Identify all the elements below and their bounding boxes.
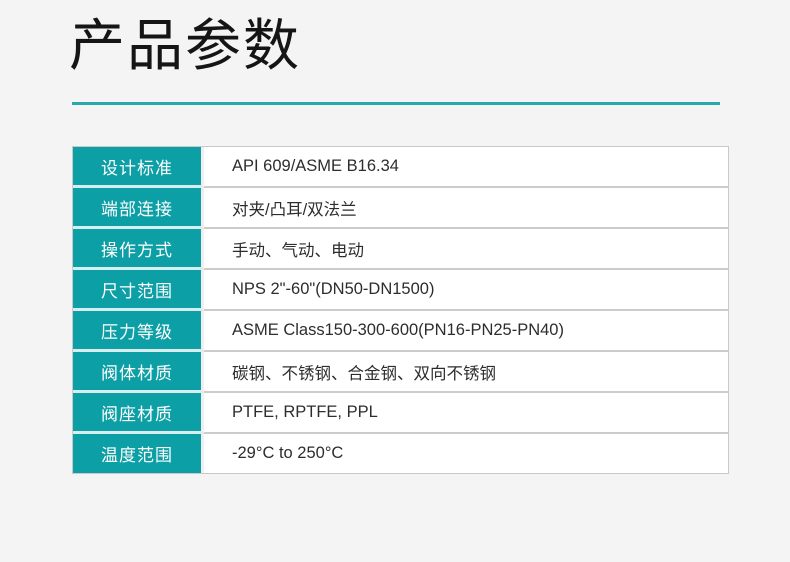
- spec-label: 端部连接: [73, 188, 204, 229]
- table-row: 阀座材质 PTFE, RPTFE, PPL: [73, 393, 728, 434]
- spec-table: 设计标准 API 609/ASME B16.34 端部连接 对夹/凸耳/双法兰 …: [72, 146, 729, 474]
- table-row: 阀体材质 碳钢、不锈钢、合金钢、双向不锈钢: [73, 352, 728, 393]
- spec-value: -29°C to 250°C: [204, 434, 728, 473]
- spec-value: 碳钢、不锈钢、合金钢、双向不锈钢: [204, 352, 728, 393]
- spec-label: 温度范围: [73, 434, 204, 473]
- spec-value: PTFE, RPTFE, PPL: [204, 393, 728, 434]
- table-row: 端部连接 对夹/凸耳/双法兰: [73, 188, 728, 229]
- spec-value: API 609/ASME B16.34: [204, 147, 728, 188]
- spec-label: 阀座材质: [73, 393, 204, 434]
- spec-label: 阀体材质: [73, 352, 204, 393]
- spec-value: 手动、气动、电动: [204, 229, 728, 270]
- spec-value: NPS 2"-60"(DN50-DN1500): [204, 270, 728, 311]
- spec-value: 对夹/凸耳/双法兰: [204, 188, 728, 229]
- spec-label: 设计标准: [73, 147, 204, 188]
- table-row: 操作方式 手动、气动、电动: [73, 229, 728, 270]
- page-title: 产品参数: [69, 8, 301, 84]
- spec-label: 尺寸范围: [73, 270, 204, 311]
- table-row: 温度范围 -29°C to 250°C: [73, 434, 728, 473]
- spec-label: 操作方式: [73, 229, 204, 270]
- title-underline: [72, 102, 720, 105]
- spec-label: 压力等级: [73, 311, 204, 352]
- table-row: 压力等级 ASME Class150-300-600(PN16-PN25-PN4…: [73, 311, 728, 352]
- table-row: 尺寸范围 NPS 2"-60"(DN50-DN1500): [73, 270, 728, 311]
- table-row: 设计标准 API 609/ASME B16.34: [73, 147, 728, 188]
- product-parameters-page: 产品参数 设计标准 API 609/ASME B16.34 端部连接 对夹/凸耳…: [0, 0, 790, 562]
- spec-value: ASME Class150-300-600(PN16-PN25-PN40): [204, 311, 728, 352]
